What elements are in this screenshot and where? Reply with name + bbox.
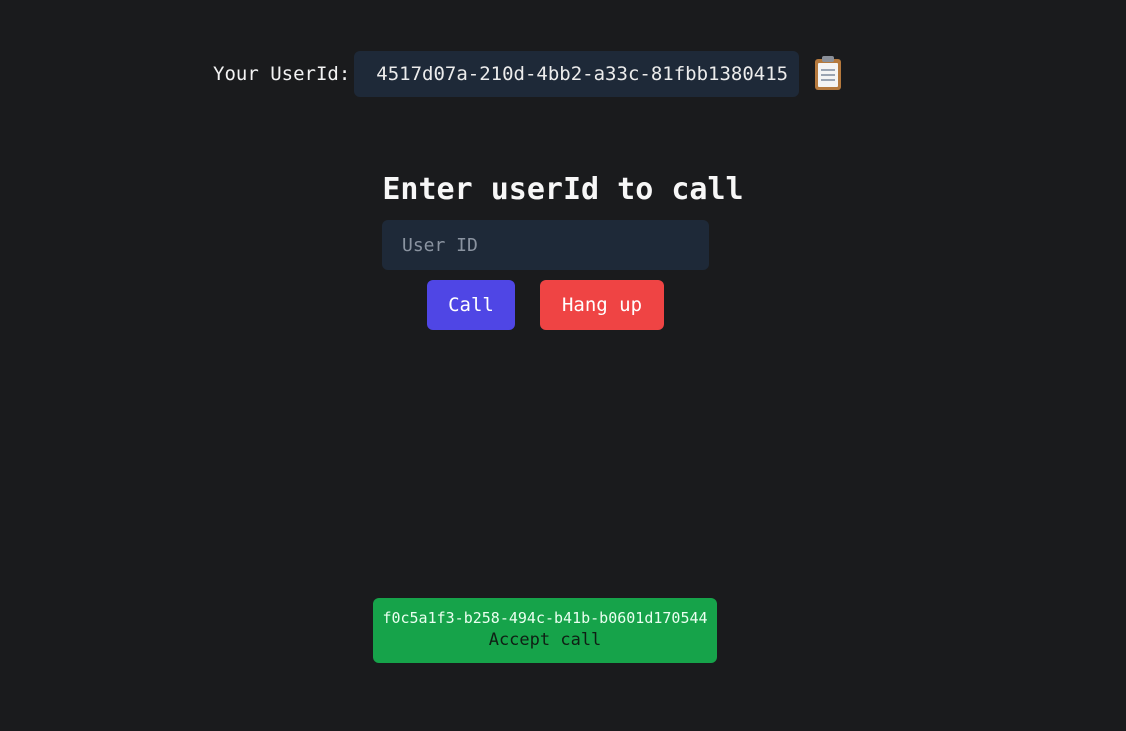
- user-id-row: Your UserId: 4517d07a-210d-4bb2-a33c-81f…: [213, 51, 845, 97]
- clipboard-icon: [812, 54, 844, 94]
- app-page: Your UserId: 4517d07a-210d-4bb2-a33c-81f…: [0, 0, 1126, 731]
- clipboard-line-shape: [821, 74, 836, 76]
- accept-call-label: Accept call: [488, 630, 602, 650]
- clipboard-line-shape: [821, 69, 836, 71]
- user-id-value: 4517d07a-210d-4bb2-a33c-81fbb1380415: [354, 51, 800, 97]
- accept-call-button[interactable]: f0c5a1f3-b258-494c-b41b-b0601d170544 Acc…: [373, 598, 717, 663]
- call-button[interactable]: Call: [427, 280, 515, 330]
- user-id-input[interactable]: [382, 220, 709, 270]
- caller-id: f0c5a1f3-b258-494c-b41b-b0601d170544: [382, 609, 708, 627]
- clipboard-clip-shape: [822, 56, 835, 62]
- copy-user-id-button[interactable]: [811, 54, 845, 94]
- hang-up-button[interactable]: Hang up: [540, 280, 664, 330]
- user-id-label: Your UserId:: [213, 63, 351, 85]
- clipboard-line-shape: [821, 79, 836, 81]
- page-title: Enter userId to call: [382, 172, 744, 207]
